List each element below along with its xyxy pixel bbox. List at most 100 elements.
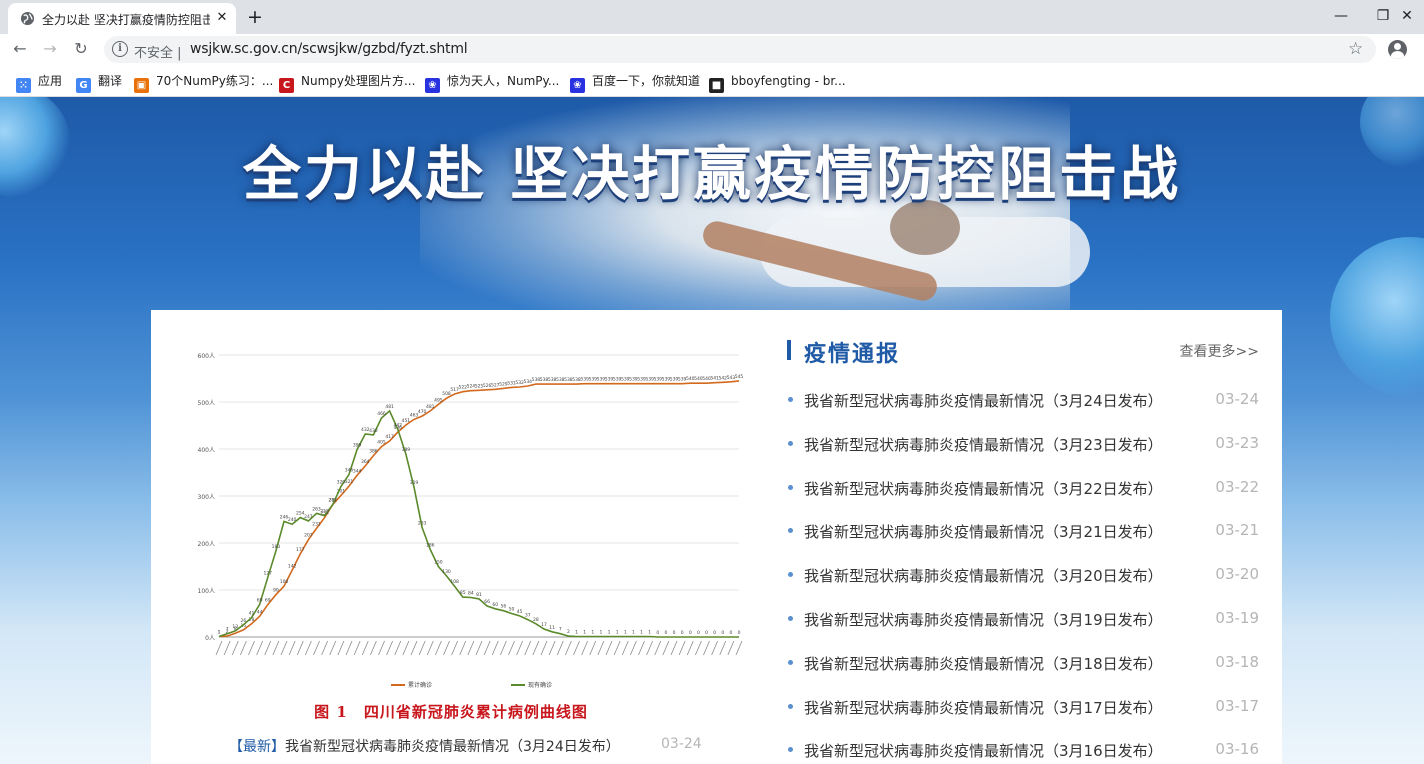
chart-data-label: 417 — [385, 434, 394, 440]
tab-close-icon[interactable]: ✕ — [213, 9, 231, 27]
news-item-title[interactable]: 我省新型冠状病毒肺炎疫情最新情况（3月17日发布） — [804, 697, 1163, 718]
close-window-button[interactable]: ✕ — [1394, 4, 1420, 28]
chart-data-label: 1 — [616, 630, 619, 636]
bookmark-item[interactable]: ▣ 70个NumPy练习：... — [134, 72, 273, 93]
minimize-button[interactable]: — — [1328, 4, 1354, 28]
chart-data-label: 69 — [265, 598, 271, 604]
chart-x-tick — [589, 640, 597, 656]
news-item[interactable]: 我省新型冠状病毒肺炎疫情最新情况（3月17日发布） 03-17 — [787, 695, 1259, 719]
translate-icon: G — [76, 78, 91, 93]
bookmark-item[interactable]: ⁙ 应用 — [16, 72, 63, 93]
bookmark-item[interactable]: ❀ 百度一下，你就知道 — [570, 72, 700, 93]
virus-cell-decoration — [1330, 237, 1424, 397]
chart-x-tick — [662, 640, 670, 656]
news-item[interactable]: 我省新型冠状病毒肺炎疫情最新情况（3月24日发布） 03-24 — [787, 388, 1259, 412]
news-item[interactable]: 我省新型冠状病毒肺炎疫情最新情况（3月23日发布） 03-23 — [787, 432, 1259, 456]
news-item-title[interactable]: 我省新型冠状病毒肺炎疫情最新情况（3月20日发布） — [804, 565, 1163, 586]
news-item-title[interactable]: 我省新型冠状病毒肺炎疫情最新情况（3月16日发布） — [804, 740, 1163, 761]
news-item-title[interactable]: 我省新型冠状病毒肺炎疫情最新情况（3月21日发布） — [804, 521, 1163, 542]
baidu-paw-icon: ❀ — [425, 78, 440, 93]
globe-icon — [20, 11, 35, 26]
chart-x-tick — [475, 640, 483, 656]
chart-data-label: 240 — [288, 517, 297, 523]
tab-title: 全力以赴 坚决打赢疫情防控阻击 — [42, 13, 210, 27]
reload-icon[interactable]: ↻ — [70, 38, 92, 60]
bullet-dot-icon — [788, 659, 793, 665]
news-item-title[interactable]: 我省新型冠状病毒肺炎疫情最新情况（3月22日发布） — [804, 478, 1163, 499]
chart-x-tick — [443, 640, 450, 656]
chart-x-tick — [361, 640, 369, 656]
new-tab-button[interactable]: + — [244, 6, 266, 28]
url-text[interactable]: wsjkw.sc.gov.cn/scwsjkw/gzbd/fyzt.shtml — [190, 41, 468, 57]
bookmark-item[interactable]: ❀ 惊为天人，NumPy... — [425, 72, 559, 93]
news-item[interactable]: 我省新型冠状病毒肺炎疫情最新情况（3月20日发布） 03-20 — [787, 563, 1259, 587]
news-item-date: 03-20 — [1215, 565, 1259, 584]
chart-x-tick — [426, 640, 434, 656]
news-item[interactable]: 我省新型冠状病毒肺炎疫情最新情况（3月22日发布） 03-22 — [787, 476, 1259, 500]
forward-arrow-icon[interactable]: → — [39, 38, 61, 60]
chart-legend-label: 累计确诊 — [408, 681, 432, 689]
address-bar[interactable]: i 不安全 | wsjkw.sc.gov.cn/scwsjkw/gzbd/fyz… — [104, 36, 1376, 63]
news-item-date: 03-17 — [1215, 696, 1259, 715]
news-item[interactable]: 我省新型冠状病毒肺炎疫情最新情况（3月16日发布） 03-16 — [787, 738, 1259, 762]
chart-x-tick — [410, 640, 418, 656]
chart-y-tick-label: 400人 — [198, 447, 215, 454]
chart-data-label: 451 — [402, 418, 411, 424]
news-item-title[interactable]: 我省新型冠状病毒肺炎疫情最新情况（3月19日发布） — [804, 609, 1163, 630]
news-item-title[interactable]: 我省新型冠状病毒肺炎疫情最新情况（3月23日发布） — [804, 434, 1163, 455]
chart-data-label: 0 — [664, 630, 667, 636]
chart-data-label: 142 — [288, 563, 297, 569]
bullet-dot-icon — [788, 616, 793, 621]
latest-news-date: 03-24 — [661, 736, 702, 752]
bookmark-label: 应用 — [38, 74, 63, 88]
restore-button[interactable]: ❐ — [1370, 4, 1396, 28]
browser-tab[interactable]: 全力以赴 坚决打赢疫情防控阻击 ✕ — [8, 3, 236, 34]
chart-x-tick — [451, 640, 458, 656]
bookmark-star-icon[interactable]: ☆ — [1348, 39, 1363, 59]
chart-x-tick — [646, 640, 653, 656]
insecure-label: 不安全 | — [134, 46, 182, 61]
news-item[interactable]: 我省新型冠状病毒肺炎疫情最新情况（3月19日发布） 03-19 — [787, 607, 1259, 631]
back-arrow-icon[interactable]: ← — [9, 38, 31, 60]
news-item-date: 03-16 — [1215, 740, 1259, 759]
latest-news-text: 我省新型冠状病毒肺炎疫情最新情况（3月24日发布） — [285, 739, 620, 755]
bullet-dot-icon — [788, 440, 793, 446]
chart-x-tick — [280, 640, 288, 656]
latest-news-link[interactable]: 【最新】我省新型冠状病毒肺炎疫情最新情况（3月24日发布） — [229, 736, 620, 756]
bookmark-label: 翻译 — [98, 74, 123, 88]
chart-series-line-1 — [218, 409, 739, 638]
bookmark-item[interactable]: ■ bboyfengting - br... — [709, 72, 846, 93]
chart-data-label: 1 — [575, 630, 578, 636]
view-more-link[interactable]: 查看更多>> — [1180, 341, 1259, 361]
info-icon[interactable]: i — [112, 41, 128, 57]
news-item[interactable]: 我省新型冠状病毒肺炎疫情最新情况（3月18日发布） 03-18 — [787, 651, 1259, 675]
chart-data-label: 1 — [624, 630, 627, 636]
chart-data-label: 364 — [361, 459, 370, 465]
news-item-title[interactable]: 我省新型冠状病毒肺炎疫情最新情况（3月24日发布） — [804, 390, 1163, 411]
chart-x-tick — [613, 640, 621, 656]
news-item[interactable]: 我省新型冠状病毒肺炎疫情最新情况（3月21日发布） 03-21 — [787, 519, 1259, 543]
news-item-title[interactable]: 我省新型冠状病毒肺炎疫情最新情况（3月18日发布） — [804, 653, 1163, 674]
bookmark-label: bboyfengting - br... — [731, 74, 846, 88]
news-item-date: 03-18 — [1215, 652, 1259, 671]
profile-avatar-icon[interactable] — [1388, 40, 1407, 59]
chart-data-label: 0 — [681, 630, 684, 636]
bookmark-item[interactable]: G 翻译 — [76, 72, 123, 93]
epidemic-chart[interactable]: 0人 100人 200人 300人 400人 500人 600人 1 2 8 15 28 44 69 90 1… — [191, 335, 751, 705]
chart-x-tick — [670, 640, 678, 656]
chart-data-label: 2 — [567, 629, 570, 635]
chart-x-tick — [435, 640, 442, 656]
bookmark-item[interactable]: C Numpy处理图片方... — [279, 72, 415, 93]
chart-data-label: 150 — [434, 560, 443, 566]
chart-x-tick — [215, 640, 223, 656]
chart-x-tick — [630, 640, 637, 656]
page-body: 全力以赴 坚决打赢疫情防控阻击战 0人 100人 200人 300人 400人 500人 6… — [0, 97, 1424, 764]
chart-data-label: 66 — [484, 599, 490, 605]
chart-data-label: 545 — [735, 374, 744, 380]
chart-x-tick — [288, 640, 296, 656]
news-item-date: 03-22 — [1215, 477, 1259, 496]
chart-x-tick — [402, 640, 410, 656]
chart-data-label: 41 — [249, 611, 255, 617]
chart-x-tick — [264, 640, 272, 656]
chart-x-tick — [581, 640, 588, 656]
